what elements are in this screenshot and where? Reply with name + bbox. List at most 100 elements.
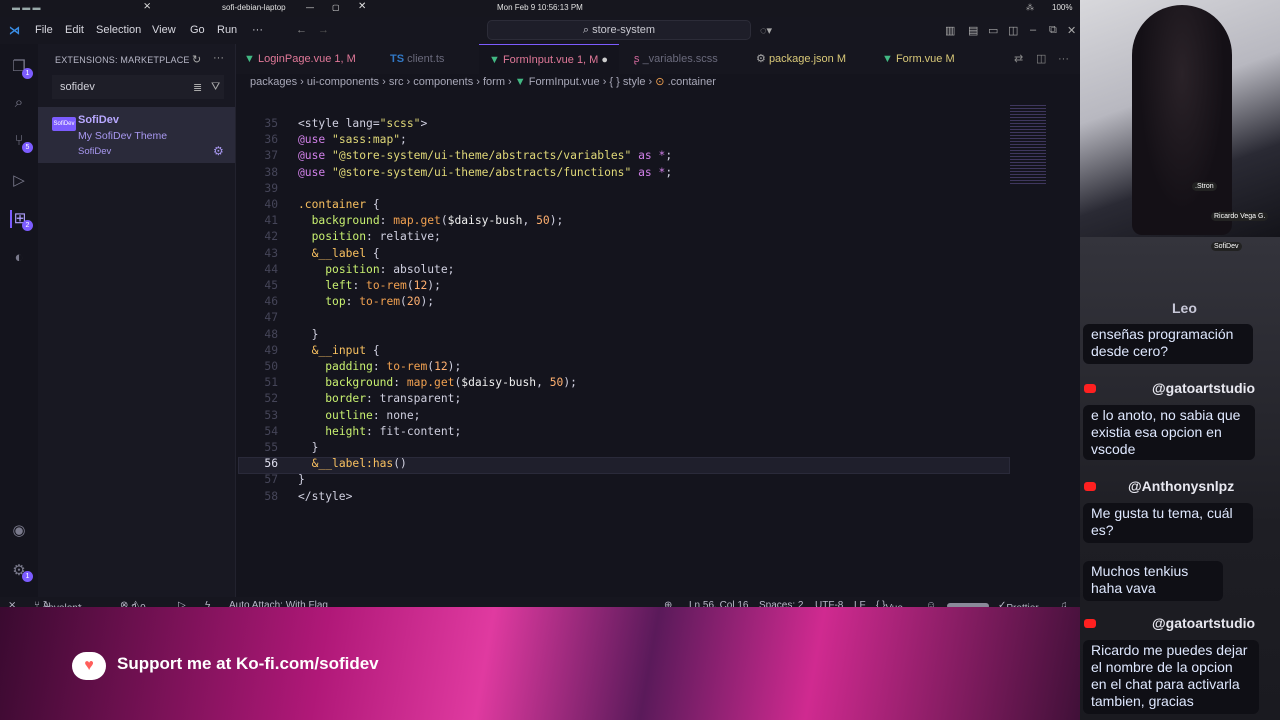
- code-line[interactable]: background: map.get($daisy-bush, 50);: [298, 214, 564, 227]
- tab-dirty-dot-icon[interactable]: ●: [601, 54, 608, 66]
- crumb-item[interactable]: src: [389, 76, 404, 88]
- line-number: 52: [264, 392, 278, 406]
- copilot-icon[interactable]: ◌▾: [760, 24, 772, 37]
- code-line[interactable]: @use "@store-system/ui-theme/abstracts/f…: [298, 166, 672, 179]
- extension-logo-icon: SofiDev: [52, 117, 76, 131]
- menu-view[interactable]: View: [152, 24, 176, 36]
- tab-loginpage[interactable]: ▼ LoginPage.vue 1, M: [244, 44, 356, 74]
- remote-icon[interactable]: ◐: [10, 249, 28, 267]
- code-line[interactable]: height: fit-content;: [298, 425, 461, 438]
- tab-status: M: [836, 53, 846, 65]
- crumb-item[interactable]: .container: [668, 76, 716, 88]
- menu-file[interactable]: File: [35, 24, 53, 36]
- line-number: 50: [264, 360, 278, 373]
- extension-gear-icon[interactable]: ⚙: [213, 144, 224, 158]
- clear-filter-icon[interactable]: ≣: [193, 81, 202, 94]
- tab-client[interactable]: TS client.ts: [390, 44, 444, 74]
- code-line[interactable]: }: [298, 473, 305, 486]
- compare-icon[interactable]: ⇄: [1014, 44, 1023, 74]
- line-number: 43: [264, 246, 278, 260]
- refresh-icon[interactable]: ↻: [192, 53, 201, 66]
- code-line[interactable]: &__input {: [298, 344, 380, 357]
- minimap[interactable]: [1010, 105, 1046, 185]
- crumb-item[interactable]: FormInput.vue: [529, 76, 600, 88]
- youtube-icon: [1084, 482, 1096, 491]
- code-line[interactable]: .container {: [298, 198, 380, 211]
- code-line[interactable]: &__label {: [298, 247, 380, 260]
- line-number: 40: [264, 198, 278, 211]
- filter-icon[interactable]: ⛛: [211, 81, 220, 94]
- layout-secondary-icon[interactable]: ◫: [1008, 24, 1018, 37]
- layout-panel-icon[interactable]: ▭: [988, 24, 998, 37]
- code-line[interactable]: @use "sass:map";: [298, 133, 407, 146]
- tab-form[interactable]: ▼ Form.vue M: [882, 44, 955, 74]
- extension-item[interactable]: SofiDev SofiDev My SofiDev Theme SofiDev…: [38, 107, 235, 163]
- code-line[interactable]: outline: none;: [298, 409, 420, 422]
- code-line[interactable]: <style lang="scss">: [298, 117, 427, 130]
- code-line[interactable]: top: to-rem(20);: [298, 295, 434, 308]
- npm-icon: ⚙: [756, 53, 766, 65]
- menu-go[interactable]: Go: [190, 24, 205, 36]
- command-center[interactable]: ⌕ store-system: [487, 20, 751, 40]
- code-line[interactable]: position: absolute;: [298, 263, 454, 276]
- crumb-item[interactable]: components: [413, 76, 473, 88]
- tab-status: 1, M: [334, 53, 356, 65]
- crumb-item[interactable]: packages: [250, 76, 297, 88]
- line-number: 49: [264, 343, 278, 357]
- tab-variables[interactable]: ʂ _variables.scss: [634, 44, 718, 74]
- win-minimize-icon[interactable]: –: [1030, 24, 1036, 36]
- line-number: 55: [264, 441, 278, 454]
- code-editor[interactable]: 35 <style lang="scss"> 36 @use "sass:map"; 3…: [238, 97, 1080, 597]
- extension-description: My SofiDev Theme: [78, 130, 168, 142]
- line-number: 35: [264, 117, 278, 130]
- workspace-dots-icon: ▬ ▬ ▬: [12, 3, 41, 12]
- code-line[interactable]: }: [298, 328, 319, 341]
- battery-level: 100%: [1052, 3, 1073, 12]
- code-line[interactable]: @use "@store-system/ui-theme/abstracts/v…: [298, 149, 672, 162]
- tabs-more-icon[interactable]: ···: [1058, 44, 1069, 74]
- code-line[interactable]: padding: to-rem(12);: [298, 360, 461, 373]
- back-arrow-icon[interactable]: ←: [296, 24, 307, 36]
- tab-label: _variables.scss: [642, 53, 718, 65]
- line-number: 51: [264, 376, 278, 390]
- win-restore-icon[interactable]: ⧉: [1049, 24, 1057, 37]
- menubar: ⋊ File Edit Selection View Go Run ··· ← …: [0, 17, 1080, 44]
- code-line[interactable]: </style>: [298, 490, 352, 503]
- hide-icon[interactable]: ⨯: [143, 1, 151, 12]
- more-actions-icon[interactable]: ···: [213, 52, 224, 64]
- line-number: 46: [264, 295, 278, 309]
- debug-icon[interactable]: ▷: [10, 172, 28, 190]
- code-line[interactable]: left: to-rem(12);: [298, 279, 441, 292]
- menu-run[interactable]: Run: [217, 24, 237, 36]
- crumb-item[interactable]: ui-components: [307, 76, 379, 88]
- tab-forminput[interactable]: ▼ FormInput.vue 1, M ●: [479, 44, 619, 74]
- crumb-item[interactable]: { } style: [609, 76, 645, 88]
- tab-package-json[interactable]: ⚙ package.json M: [756, 44, 846, 74]
- line-number: 56: [264, 457, 278, 471]
- split-editor-icon[interactable]: ◫: [1036, 44, 1046, 74]
- extensions-sidebar: EXTENSIONS: MARKETPLACE ↻ ··· sofidev ≣ …: [38, 44, 236, 597]
- code-line[interactable]: background: map.get($daisy-bush, 50);: [298, 376, 577, 389]
- streamer-silhouette: [1132, 5, 1232, 235]
- code-line[interactable]: border: transparent;: [298, 392, 461, 405]
- win-close-icon[interactable]: ✕: [1067, 24, 1076, 37]
- close-icon[interactable]: ✕: [358, 1, 366, 12]
- code-line[interactable]: }: [298, 441, 319, 454]
- forward-arrow-icon[interactable]: →: [318, 24, 329, 36]
- chat-username: @gatoartstudio: [1152, 380, 1256, 396]
- layout-sidebar-icon[interactable]: ▥: [945, 24, 955, 37]
- code-line[interactable]: &__label:has(): [298, 457, 407, 470]
- menu-selection[interactable]: Selection: [96, 24, 141, 36]
- network-icon[interactable]: ⁂: [1026, 3, 1034, 12]
- cam-tag: Ricardo Vega G.: [1211, 212, 1269, 221]
- minimize-icon[interactable]: —: [306, 3, 314, 12]
- hostname: sofi-debian-laptop: [222, 3, 286, 12]
- code-line[interactable]: position: relative;: [298, 230, 441, 243]
- menu-edit[interactable]: Edit: [65, 24, 84, 36]
- account-icon[interactable]: ◉: [10, 522, 28, 540]
- search-icon[interactable]: ⌕: [10, 94, 28, 112]
- layout-editor-icon[interactable]: ▤: [968, 24, 978, 37]
- maximize-icon[interactable]: ▢: [332, 3, 340, 12]
- menu-more[interactable]: ···: [252, 24, 263, 36]
- crumb-item[interactable]: form: [483, 76, 505, 88]
